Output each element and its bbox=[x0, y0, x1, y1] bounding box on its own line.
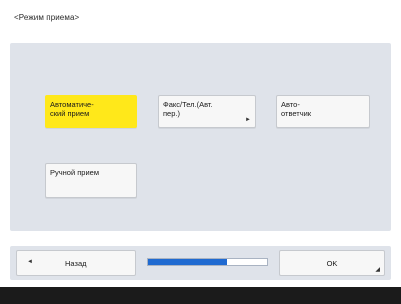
ok-button[interactable]: OK ◢ bbox=[279, 250, 385, 276]
left-triangle-icon: ◄ bbox=[27, 259, 33, 265]
fax-tel-label: Факс/Тел.(Авт. пер.) bbox=[163, 100, 213, 118]
bottom-strip bbox=[0, 287, 401, 304]
auto-receive-option[interactable]: Автоматиче- ский прием bbox=[45, 95, 137, 128]
auto-receive-label: Автоматиче- ский прием bbox=[50, 100, 94, 118]
manual-receive-label: Ручной прием bbox=[50, 168, 99, 177]
fax-tel-auto-switch-option[interactable]: Факс/Тел.(Авт. пер.) ► bbox=[158, 95, 256, 128]
screen-title: <Режим приема> bbox=[14, 13, 80, 22]
back-button-label: Назад bbox=[65, 259, 87, 268]
options-panel bbox=[10, 43, 391, 231]
ok-button-label: OK bbox=[326, 259, 338, 268]
back-button[interactable]: ◄ Назад bbox=[16, 250, 136, 276]
progress-bar bbox=[147, 258, 268, 266]
manual-receive-option[interactable]: Ручной прием bbox=[45, 163, 137, 198]
answering-machine-label: Авто- ответчик bbox=[281, 100, 312, 118]
corner-arrow-icon: ◢ bbox=[375, 267, 380, 273]
right-arrow-icon: ► bbox=[245, 117, 251, 123]
answering-machine-option[interactable]: Авто- ответчик bbox=[276, 95, 370, 128]
progress-fill bbox=[148, 259, 227, 265]
